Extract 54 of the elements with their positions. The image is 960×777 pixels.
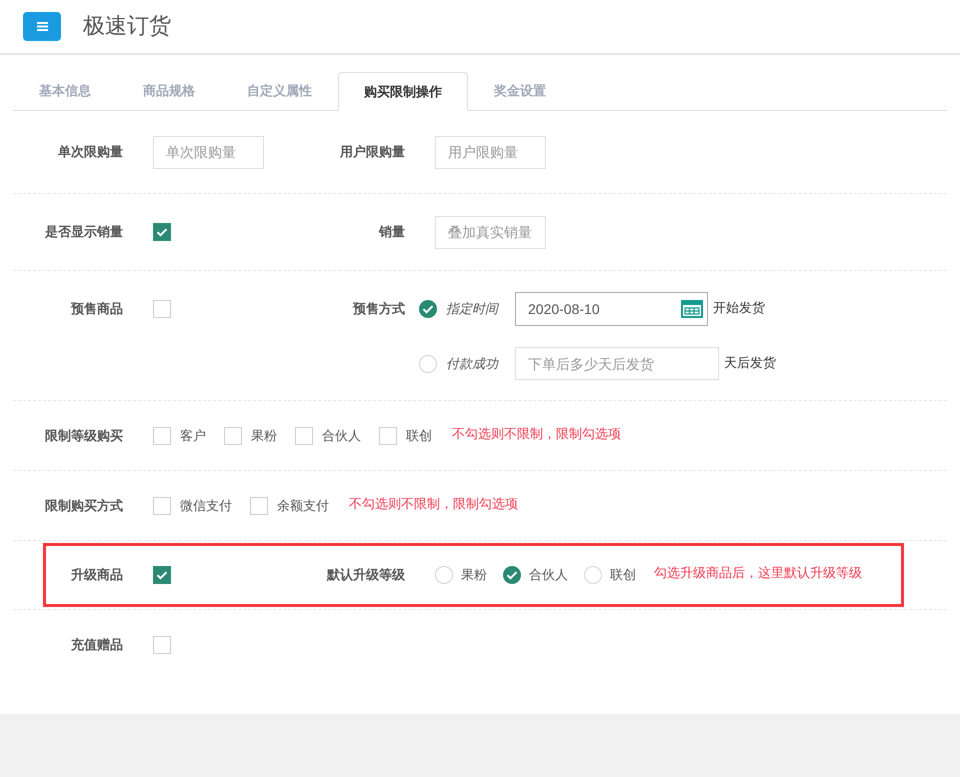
option-label: 微信支付 (180, 496, 232, 515)
input-field[interactable]: 单次限购量 (153, 136, 264, 168)
input-field[interactable]: 下单后多少天后发货 (515, 347, 719, 380)
option-label: 客户 (180, 426, 206, 445)
checkbox[interactable] (153, 636, 171, 654)
checkbox[interactable] (250, 496, 268, 514)
field-label: 销量 (378, 223, 405, 242)
field-label: 默认升级等级 (326, 566, 405, 584)
checkbox[interactable] (153, 300, 171, 318)
checkbox[interactable] (153, 223, 171, 241)
checkbox[interactable] (153, 566, 171, 584)
input-field[interactable]: 用户限购量 (435, 136, 546, 168)
field-label: 限制等级购买 (44, 426, 123, 445)
menu-icon (36, 22, 48, 31)
checkbox[interactable] (153, 426, 171, 444)
field-label: 预售方式 (352, 300, 405, 318)
date-field[interactable]: 2020-08-10 (515, 292, 708, 326)
field-label: 充值赠品 (70, 636, 123, 654)
radio-button[interactable] (503, 566, 521, 584)
calendar-icon[interactable] (681, 300, 703, 318)
tab[interactable]: 基本信息 (13, 71, 117, 110)
menu-button[interactable] (23, 12, 61, 41)
option-label: 指定时间 (446, 300, 500, 318)
suffix-label: 开始发货 (713, 299, 765, 317)
option-label: 联创 (610, 566, 636, 584)
option-label: 付款成功 (446, 354, 500, 373)
field-label: 限制购买方式 (44, 496, 123, 515)
field-label: 单次限购量 (57, 143, 123, 162)
option-label: 余额支付 (277, 496, 329, 515)
tab[interactable]: 商品规格 (117, 71, 221, 110)
field-label: 升级商品 (70, 566, 123, 584)
checkbox[interactable] (379, 426, 397, 444)
option-label: 联创 (406, 426, 432, 445)
field-label: 预售商品 (70, 300, 123, 318)
option-label: 果粉 (251, 426, 277, 445)
checkbox[interactable] (224, 426, 242, 444)
option-label: 合伙人 (529, 566, 568, 584)
checkbox[interactable] (153, 496, 171, 514)
suffix-label: 天后发货 (724, 354, 776, 372)
page-title: 极速订货 (83, 13, 171, 41)
option-label: 合伙人 (322, 426, 361, 445)
radio-button[interactable] (419, 300, 437, 318)
input-field[interactable]: 叠加真实销量 (435, 216, 546, 248)
option-label: 果粉 (461, 566, 487, 584)
hint-text: 不勾选则不限制，限制勾选项 (349, 494, 518, 513)
date-value: 2020-08-10 (528, 300, 600, 318)
field-label: 是否显示销量 (44, 223, 123, 242)
hint-text: 勾选升级商品后，这里默认升级等级 (654, 564, 862, 582)
checkbox[interactable] (295, 426, 313, 444)
tab[interactable]: 购买限制操作 (338, 72, 468, 111)
field-label: 用户限购量 (338, 143, 405, 162)
hint-text: 不勾选则不限制，限制勾选项 (452, 424, 621, 443)
tab[interactable]: 奖金设置 (468, 71, 572, 110)
tab[interactable]: 自定义属性 (221, 71, 338, 110)
